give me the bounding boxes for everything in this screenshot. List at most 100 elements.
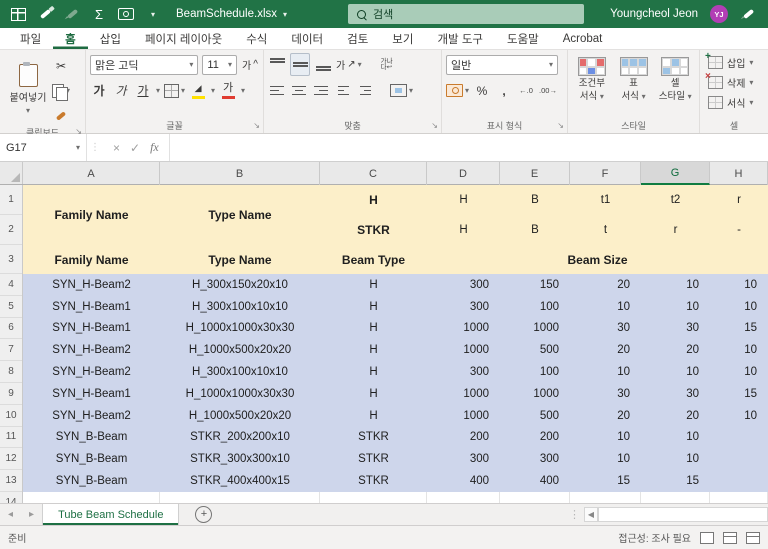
cell[interactable]: -: [710, 215, 768, 245]
cell[interactable]: 15: [641, 470, 710, 492]
cell[interactable]: B: [500, 185, 570, 215]
view-normal-icon[interactable]: [700, 531, 714, 544]
column-header-A[interactable]: A: [23, 162, 160, 185]
row-header-3[interactable]: 3: [0, 245, 22, 274]
cancel-entry-icon[interactable]: ×: [113, 141, 120, 155]
cell[interactable]: SYN_H-Beam1: [23, 383, 160, 405]
copy-button[interactable]: ▾: [52, 80, 70, 101]
row-header-12[interactable]: 12: [0, 448, 22, 471]
row-header-5[interactable]: 5: [0, 296, 22, 318]
name-box[interactable]: G17 ▾: [0, 134, 87, 161]
cell[interactable]: [641, 491, 710, 503]
middle-align-button[interactable]: [290, 53, 310, 76]
cell[interactable]: [427, 491, 500, 503]
cell[interactable]: 10: [641, 427, 710, 449]
cell[interactable]: 400: [427, 470, 500, 492]
cell[interactable]: SYN_H-Beam2: [23, 405, 160, 427]
cell[interactable]: SYN_B-Beam: [23, 470, 160, 492]
sheet-grid-icon[interactable]: [10, 6, 26, 22]
column-header-F[interactable]: F: [570, 162, 641, 185]
view-page-break-icon[interactable]: [746, 531, 760, 544]
qat-customize-icon[interactable]: ▾: [145, 6, 161, 22]
cell[interactable]: H: [320, 185, 427, 215]
hscroll-left-arrow[interactable]: ◀: [584, 507, 598, 522]
font-name-select[interactable]: 맑은 고딕 ▾: [90, 54, 199, 75]
underline-dropdown-icon[interactable]: ▾: [156, 86, 160, 95]
cell[interactable]: 10: [570, 448, 641, 470]
format-painter-button[interactable]: [52, 105, 70, 126]
row-header-9[interactable]: 9: [0, 383, 22, 405]
cell[interactable]: 1000: [500, 383, 570, 405]
cell[interactable]: 20: [570, 339, 641, 361]
column-header-G[interactable]: G: [641, 162, 710, 185]
row-header-11[interactable]: 11: [0, 427, 22, 449]
cell[interactable]: 300: [427, 274, 500, 296]
row-header-2[interactable]: 2: [0, 215, 22, 245]
top-align-button[interactable]: [268, 54, 286, 75]
cell[interactable]: 20: [641, 405, 710, 427]
decrease-indent-button[interactable]: [334, 80, 352, 101]
cell[interactable]: H_1000x1000x30x30: [160, 318, 320, 340]
cell[interactable]: STKR: [320, 448, 427, 470]
column-header-C[interactable]: C: [320, 162, 427, 185]
menu-tab-삽입[interactable]: 삽입: [88, 28, 133, 49]
increase-indent-button[interactable]: [356, 80, 374, 101]
cell[interactable]: [710, 491, 768, 503]
cell[interactable]: 500: [500, 339, 570, 361]
column-header-H[interactable]: H: [710, 162, 768, 185]
cell[interactable]: [570, 491, 641, 503]
cell[interactable]: SYN_H-Beam1: [23, 296, 160, 318]
cell[interactable]: 20: [641, 339, 710, 361]
window-title[interactable]: BeamSchedule.xlsx ▾: [168, 0, 295, 28]
cell[interactable]: SYN_B-Beam: [23, 427, 160, 449]
cell[interactable]: STKR_300x300x10: [160, 448, 320, 470]
cell[interactable]: 200: [500, 427, 570, 449]
sheet-nav-prev-icon[interactable]: ◂: [0, 504, 21, 525]
cell[interactable]: SYN_H-Beam2: [23, 339, 160, 361]
select-all-corner[interactable]: [0, 162, 23, 184]
cell[interactable]: H: [320, 361, 427, 383]
cell[interactable]: [320, 491, 427, 503]
cell[interactable]: H: [320, 274, 427, 296]
cell[interactable]: 150: [500, 274, 570, 296]
menu-tab-수식[interactable]: 수식: [234, 28, 279, 49]
cell[interactable]: B: [500, 215, 570, 245]
cell[interactable]: SYN_H-Beam2: [23, 274, 160, 296]
menu-tab-Acrobat[interactable]: Acrobat: [551, 28, 615, 49]
cell[interactable]: 10: [710, 361, 768, 383]
cell[interactable]: 10: [641, 274, 710, 296]
cell[interactable]: Family Name: [23, 245, 160, 274]
user-name[interactable]: Youngcheol Jeon: [610, 8, 698, 20]
cell[interactable]: H: [320, 318, 427, 340]
cell[interactable]: 15: [710, 318, 768, 340]
cell[interactable]: 100: [500, 296, 570, 318]
cell[interactable]: SYN_H-Beam1: [23, 318, 160, 340]
cut-button[interactable]: ✂: [52, 55, 70, 76]
grow-font-button[interactable]: 가 ^: [241, 54, 259, 75]
row-header-7[interactable]: 7: [0, 339, 22, 362]
cell[interactable]: H_300x150x20x10: [160, 274, 320, 296]
bold-button[interactable]: 가: [90, 80, 108, 101]
align-left-button[interactable]: [268, 80, 286, 101]
cell[interactable]: 30: [641, 383, 710, 405]
increase-decimal-button[interactable]: ←.0: [517, 80, 535, 101]
comma-style-button[interactable]: ,: [495, 80, 513, 101]
number-dialog-launcher[interactable]: ↘: [557, 121, 564, 130]
cell[interactable]: SYN_B-Beam: [23, 448, 160, 470]
row-header-13[interactable]: 13: [0, 470, 22, 492]
menu-tab-개발 도구[interactable]: 개발 도구: [425, 28, 495, 49]
paste-button[interactable]: 붙여넣기 ▾: [4, 53, 52, 126]
cell[interactable]: Type Name: [160, 245, 320, 274]
cell[interactable]: 400: [500, 470, 570, 492]
search-box[interactable]: 검색: [348, 4, 584, 24]
cell[interactable]: 10: [641, 296, 710, 318]
cell[interactable]: 1000: [427, 339, 500, 361]
borders-button[interactable]: ▾: [164, 80, 185, 101]
number-format-select[interactable]: 일반 ▾: [446, 54, 558, 75]
accounting-format-button[interactable]: ▾: [446, 80, 469, 101]
cell[interactable]: H: [320, 405, 427, 427]
percent-style-button[interactable]: %: [473, 80, 491, 101]
cell[interactable]: STKR_400x400x15: [160, 470, 320, 492]
menu-tab-홈[interactable]: 홈: [53, 28, 88, 49]
horizontal-scrollbar[interactable]: [598, 507, 768, 522]
